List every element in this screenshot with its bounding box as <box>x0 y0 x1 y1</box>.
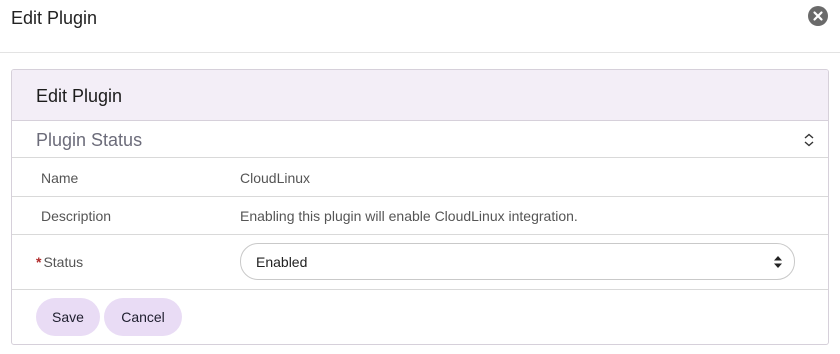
name-label: Name <box>41 170 79 186</box>
form-actions: Save Cancel <box>12 290 828 340</box>
status-label: Status <box>43 254 84 270</box>
required-marker: * <box>36 254 42 270</box>
cancel-button[interactable]: Cancel <box>104 298 182 336</box>
close-icon <box>813 11 823 21</box>
panel-title: Edit Plugin <box>36 86 123 106</box>
name-value: CloudLinux <box>240 170 311 186</box>
section-title: Plugin Status <box>36 130 143 150</box>
description-value: Enabling this plugin will enable CloudLi… <box>240 208 578 224</box>
save-button[interactable]: Save <box>36 298 100 336</box>
modal-header: Edit Plugin <box>0 0 840 53</box>
status-select[interactable]: Enabled <box>240 243 795 280</box>
close-button[interactable] <box>808 6 828 26</box>
status-row: * Status Enabled <box>12 235 828 290</box>
section-header-plugin-status[interactable]: Plugin Status <box>12 121 828 158</box>
panel-header: Edit Plugin <box>12 70 828 121</box>
description-row: Description Enabling this plugin will en… <box>12 197 828 235</box>
modal-title: Edit Plugin <box>11 8 98 28</box>
select-arrows-icon <box>774 256 782 268</box>
status-label-wrap: * Status <box>36 254 83 270</box>
collapse-icon[interactable] <box>802 132 816 148</box>
description-label: Description <box>41 208 112 224</box>
status-select-value: Enabled <box>256 254 308 270</box>
name-row: Name CloudLinux <box>12 158 828 197</box>
edit-plugin-panel: Edit Plugin Plugin Status Name CloudLinu… <box>11 69 829 345</box>
